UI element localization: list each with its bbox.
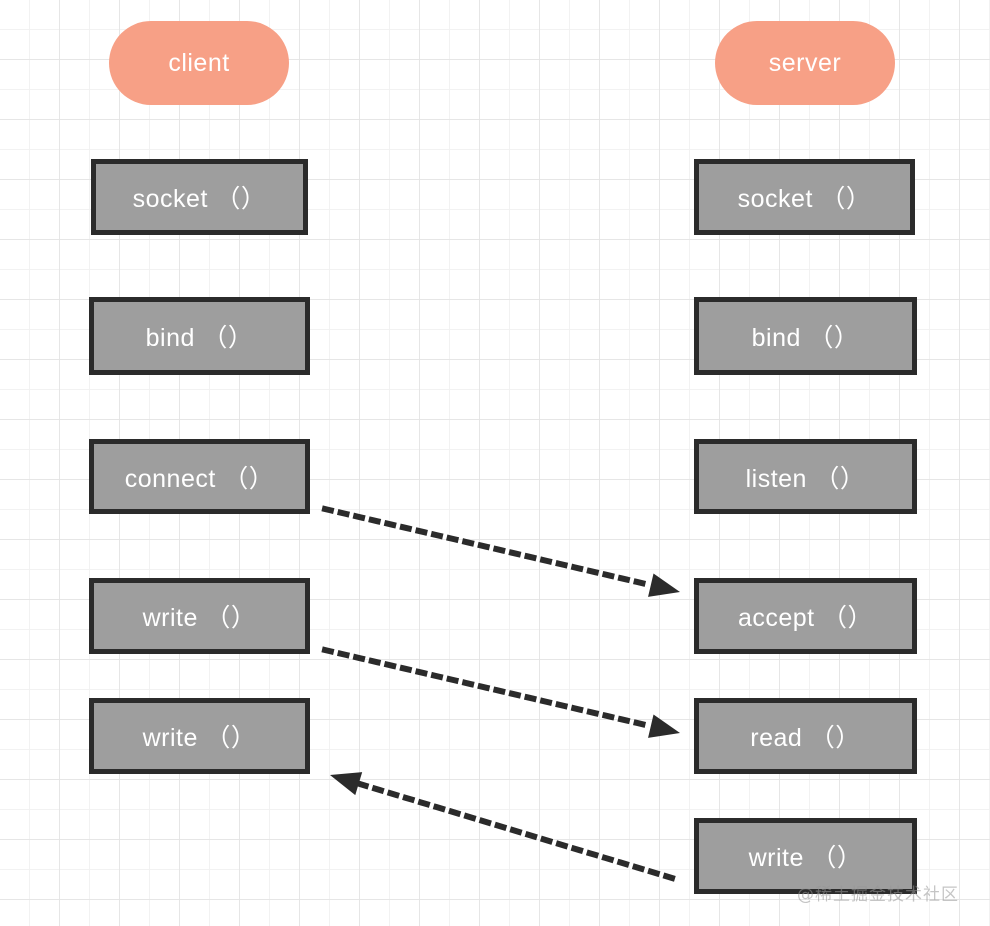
node-server-accept-label: accept （） [737,604,874,632]
lane-pill-server-label: server [768,48,842,77]
node-client-socket[interactable]: socket （） [91,159,308,235]
lane-pill-client[interactable]: client [109,21,289,105]
arrow-shaft [321,505,655,589]
lane-pill-client-label: client [168,48,230,77]
arrow-group [321,505,680,882]
arrow-head [648,714,680,738]
node-server-socket-label: socket （） [737,185,872,213]
node-server-write-label: write （） [748,844,863,872]
node-client-write-1[interactable]: write （） [89,578,310,654]
node-server-socket[interactable]: socket （） [694,159,915,235]
diagram-canvas: client server socket （） bind （） connect … [0,0,990,926]
node-client-write-2[interactable]: write （） [89,698,310,774]
arrow-head [330,772,363,796]
node-server-bind-label: bind （） [751,324,860,352]
arrow-shaft [321,646,655,730]
node-client-connect-label: connect （） [124,464,275,493]
node-server-listen[interactable]: listen （） [694,439,917,514]
arrow-shaft [354,779,676,882]
node-client-connect[interactable]: connect （） [89,439,310,514]
arrow-head [648,573,680,597]
node-client-write-2-label: write （） [142,724,257,752]
node-client-socket-label: socket （） [132,185,267,213]
node-server-read-label: read （） [750,724,861,752]
node-server-accept[interactable]: accept （） [694,578,917,654]
node-client-write-1-label: write （） [142,604,257,632]
lane-pill-server[interactable]: server [715,21,895,105]
node-client-bind[interactable]: bind （） [89,297,310,375]
node-server-listen-label: listen （） [745,464,866,493]
node-server-read[interactable]: read （） [694,698,917,774]
node-client-bind-label: bind （） [145,324,254,352]
watermark: @稀土掘金技术社区 [797,885,959,905]
node-server-bind[interactable]: bind （） [694,297,917,375]
